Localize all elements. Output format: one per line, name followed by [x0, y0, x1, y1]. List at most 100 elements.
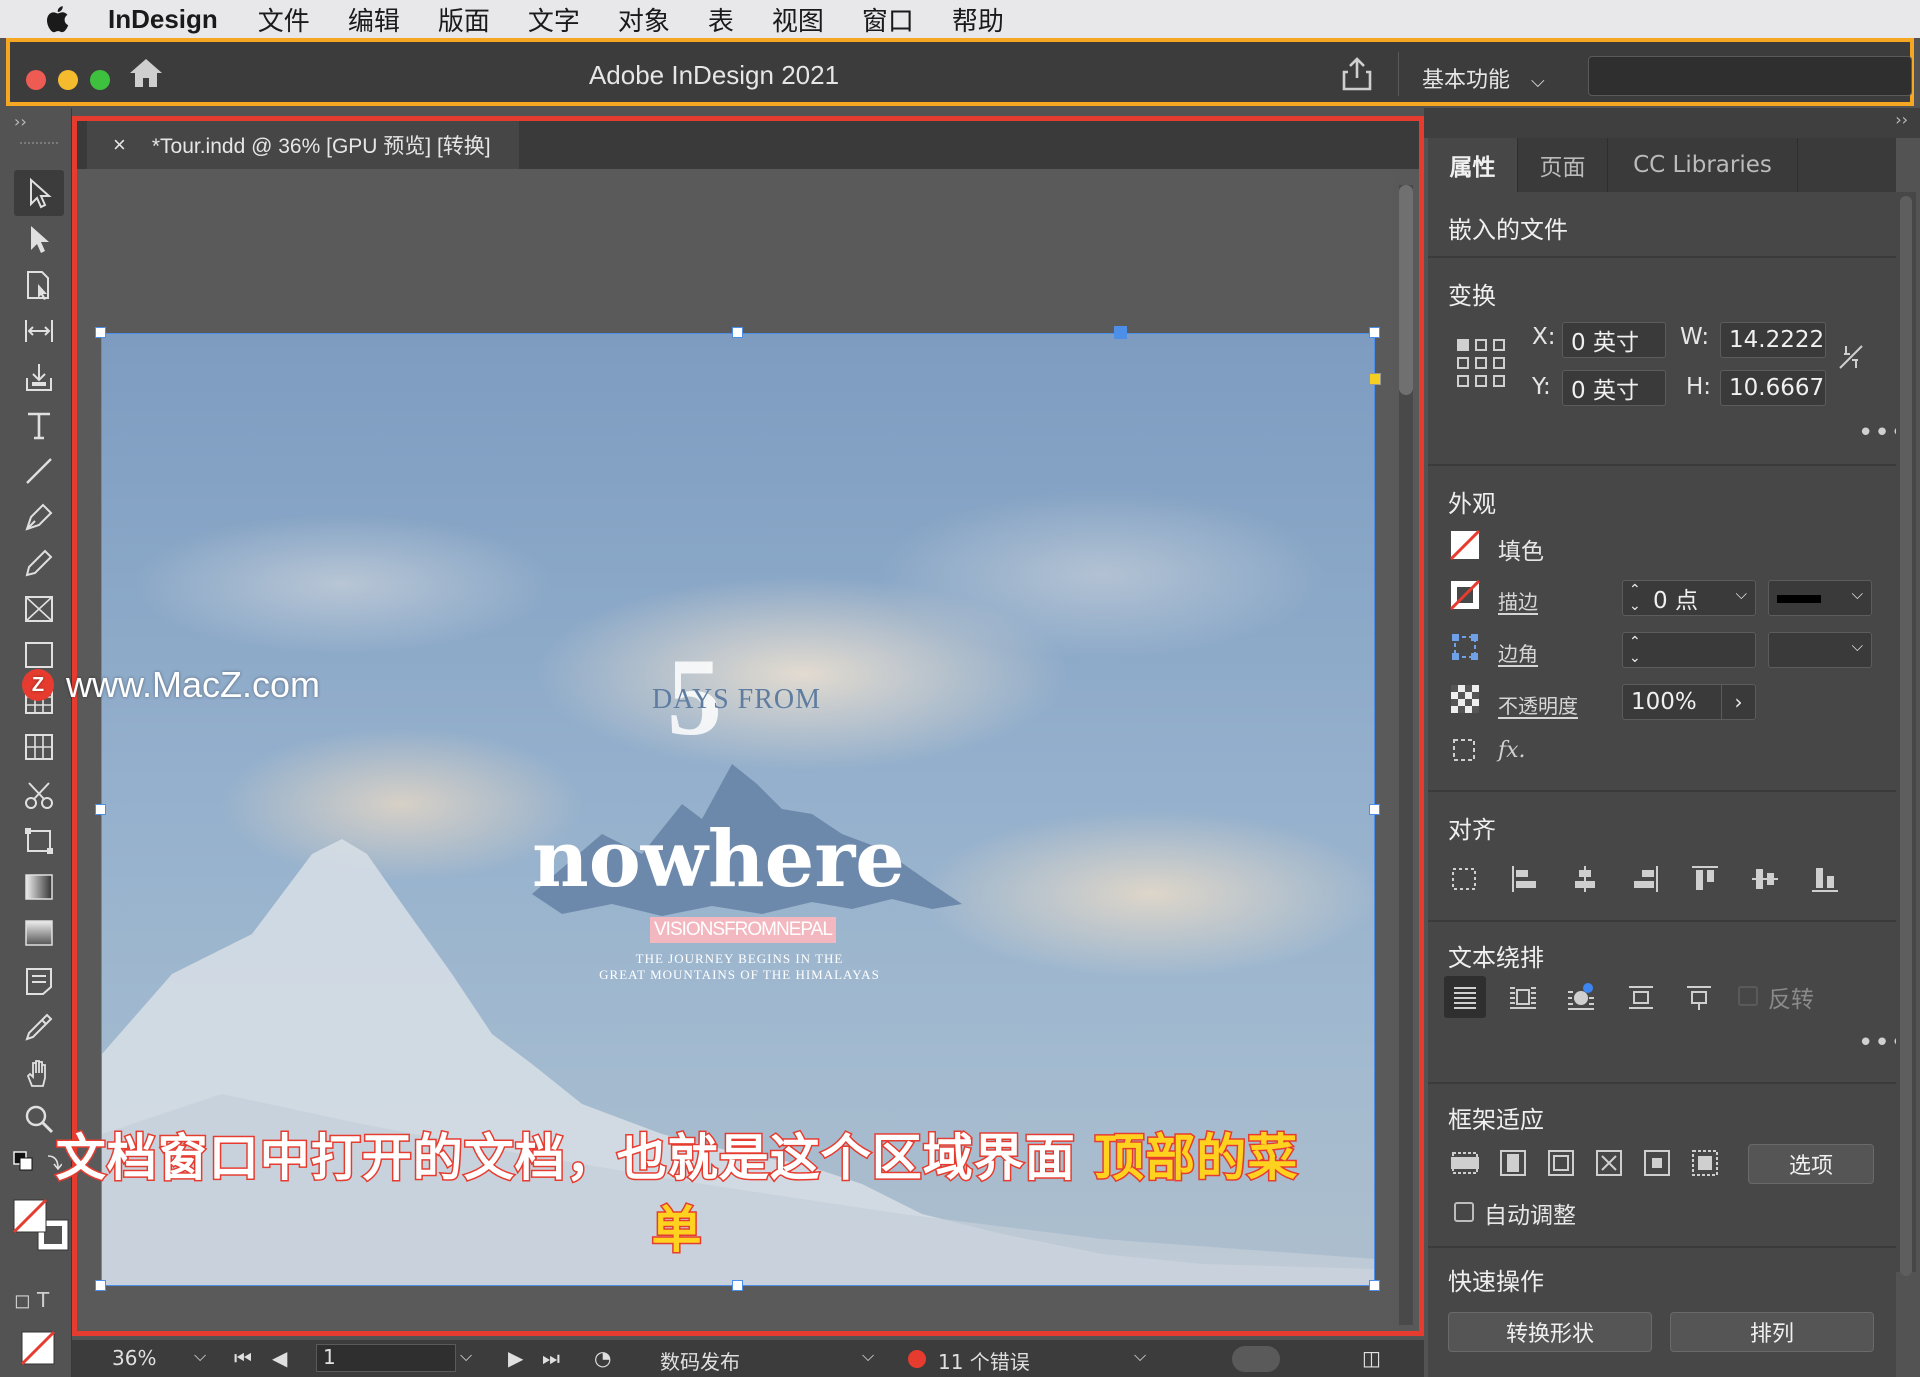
previous-page-icon[interactable]: ◀	[272, 1346, 287, 1370]
wrap-jump-object-icon[interactable]	[1626, 982, 1656, 1012]
effects-icon[interactable]: fx.	[1498, 738, 1526, 763]
h-field[interactable]: 10.6667	[1720, 370, 1826, 406]
first-page-icon[interactable]: ⏮	[234, 1346, 252, 1370]
preflight-profile[interactable]: 数码发布	[660, 1346, 740, 1375]
hand-tool-icon[interactable]	[22, 1056, 56, 1090]
corner-shape-chevron-icon[interactable]: ⌵	[1852, 637, 1863, 655]
stroke-stepper-icon[interactable]: ⌃ ⌄	[1629, 582, 1641, 614]
workspace-switcher[interactable]: 基本功能 ⌵	[1422, 62, 1545, 94]
eyedropper-tool-icon[interactable]	[22, 1010, 56, 1044]
opacity-label[interactable]: 不透明度	[1498, 690, 1578, 719]
zoom-chevron-icon[interactable]: ⌵	[194, 1346, 206, 1366]
document-tab[interactable]: × *Tour.indd @ 36% [GPU 预览] [转换]	[87, 121, 519, 169]
panel-scrollbar[interactable]	[1896, 192, 1916, 1276]
fitting-options-button[interactable]: 选项	[1748, 1144, 1874, 1184]
reference-point-icon[interactable]	[1456, 338, 1506, 388]
apple-icon[interactable]	[44, 5, 70, 33]
wrap-bounding-box-icon[interactable]	[1508, 982, 1538, 1012]
handle-top-left[interactable]	[95, 327, 106, 338]
page-chevron-icon[interactable]: ⌵	[460, 1346, 472, 1366]
menu-table[interactable]: 表	[708, 1, 734, 38]
wrap-object-shape-icon[interactable]	[1566, 982, 1596, 1012]
gap-tool-icon[interactable]	[22, 314, 56, 348]
align-vertical-center-icon[interactable]	[1750, 864, 1780, 894]
menu-object[interactable]: 对象	[618, 1, 670, 38]
profile-chevron-icon[interactable]: ⌵	[862, 1346, 874, 1366]
arrange-button[interactable]: 排列	[1670, 1312, 1874, 1352]
fit-frame-to-content-icon[interactable]	[1546, 1148, 1576, 1178]
align-left-icon[interactable]	[1510, 864, 1540, 894]
gradient-swatch-tool-icon[interactable]	[22, 870, 56, 904]
page-tool-icon[interactable]	[22, 268, 56, 302]
tab-pages[interactable]: 页面	[1518, 138, 1608, 192]
collapse-panels-icon[interactable]: ››	[1895, 110, 1908, 129]
zoom-level[interactable]: 36%	[112, 1346, 156, 1370]
stroke-weight-chevron-icon[interactable]: ⌵	[1736, 585, 1747, 603]
invert-checkbox[interactable]	[1738, 986, 1758, 1006]
panel-scroll-thumb[interactable]	[1900, 196, 1912, 1276]
stroke-label[interactable]: 描边	[1498, 586, 1538, 615]
stroke-none-icon[interactable]	[1449, 579, 1481, 611]
corner-shape-select[interactable]: ⌵	[1768, 632, 1872, 668]
content-aware-fit-icon[interactable]	[1690, 1148, 1720, 1178]
fill-frame-proportionally-icon[interactable]	[1450, 1148, 1480, 1178]
gradient-feather-tool-icon[interactable]	[22, 916, 56, 950]
formatting-affects-container-icon[interactable]: ◻ T	[14, 1288, 49, 1312]
align-top-icon[interactable]	[1690, 864, 1720, 894]
corner-size-field[interactable]: ⌃ ⌄	[1622, 632, 1756, 668]
apply-none-icon[interactable]	[18, 1328, 58, 1368]
scissors-tool-icon[interactable]	[22, 778, 56, 812]
search-input[interactable]	[1588, 56, 1912, 96]
corner-label[interactable]: 边角	[1498, 638, 1538, 667]
auto-fit-checkbox[interactable]	[1454, 1202, 1474, 1222]
pencil-tool-icon[interactable]	[22, 546, 56, 580]
split-window-icon[interactable]: ◫	[1362, 1346, 1381, 1370]
align-horizontal-center-icon[interactable]	[1570, 864, 1600, 894]
y-field[interactable]: 0 英寸	[1562, 370, 1666, 406]
constrain-proportions-icon[interactable]	[1836, 342, 1866, 372]
error-count[interactable]: 11 个错误	[938, 1346, 1030, 1375]
tab-properties[interactable]: 属性	[1428, 138, 1518, 192]
align-right-icon[interactable]	[1630, 864, 1660, 894]
frame-grid-tool-icon[interactable]	[22, 730, 56, 764]
menu-file[interactable]: 文件	[258, 1, 310, 38]
close-tab-icon[interactable]: ×	[113, 132, 126, 158]
menu-help[interactable]: 帮助	[952, 1, 1004, 38]
align-to-selection-icon[interactable]	[1450, 864, 1480, 894]
frame-options-icon[interactable]	[1450, 736, 1480, 766]
document-scroll-thumb[interactable]	[1399, 185, 1413, 395]
preflight-icon[interactable]: ◔	[594, 1346, 611, 1370]
menu-view[interactable]: 视图	[772, 1, 824, 38]
next-page-icon[interactable]: ▶	[508, 1346, 523, 1370]
menu-app-name[interactable]: InDesign	[108, 4, 218, 35]
handle-middle-left[interactable]	[95, 804, 106, 815]
handle-middle-right[interactable]	[1369, 804, 1380, 815]
free-transform-tool-icon[interactable]	[22, 824, 56, 858]
last-page-icon[interactable]: ⏭	[542, 1346, 560, 1370]
rectangle-frame-tool-icon[interactable]	[22, 592, 56, 626]
horizontal-scroll-thumb[interactable]	[1232, 1346, 1280, 1372]
opacity-expand-icon[interactable]: ›	[1721, 685, 1755, 719]
stroke-weight-field[interactable]: ⌃ ⌄ 0 点 ⌵	[1622, 580, 1756, 616]
toolbar-grip[interactable]	[20, 142, 58, 148]
errors-chevron-icon[interactable]: ⌵	[1134, 1346, 1146, 1366]
fill-stroke-icon[interactable]	[12, 1198, 72, 1258]
stroke-type-chevron-icon[interactable]: ⌵	[1852, 585, 1863, 603]
corner-stepper-icon[interactable]: ⌃ ⌄	[1629, 634, 1641, 666]
handle-top-right[interactable]	[1369, 327, 1380, 338]
convert-shape-button[interactable]: 转换形状	[1448, 1312, 1652, 1352]
line-tool-icon[interactable]	[22, 454, 56, 488]
menu-window[interactable]: 窗口	[862, 1, 914, 38]
note-tool-icon[interactable]	[22, 964, 56, 998]
content-grabber-handle[interactable]	[1114, 326, 1127, 339]
opacity-field[interactable]: 100% ›	[1622, 684, 1756, 720]
menu-type[interactable]: 文字	[528, 1, 580, 38]
selection-tool-icon[interactable]	[22, 176, 56, 210]
menu-layout[interactable]: 版面	[438, 1, 490, 38]
live-corner-handle[interactable]	[1369, 373, 1381, 385]
fit-content-proportionally-icon[interactable]	[1498, 1148, 1528, 1178]
type-tool-icon[interactable]	[22, 408, 56, 442]
handle-top-center[interactable]	[732, 327, 743, 338]
center-content-icon[interactable]	[1642, 1148, 1672, 1178]
wrap-jump-next-column-icon[interactable]	[1684, 982, 1714, 1012]
